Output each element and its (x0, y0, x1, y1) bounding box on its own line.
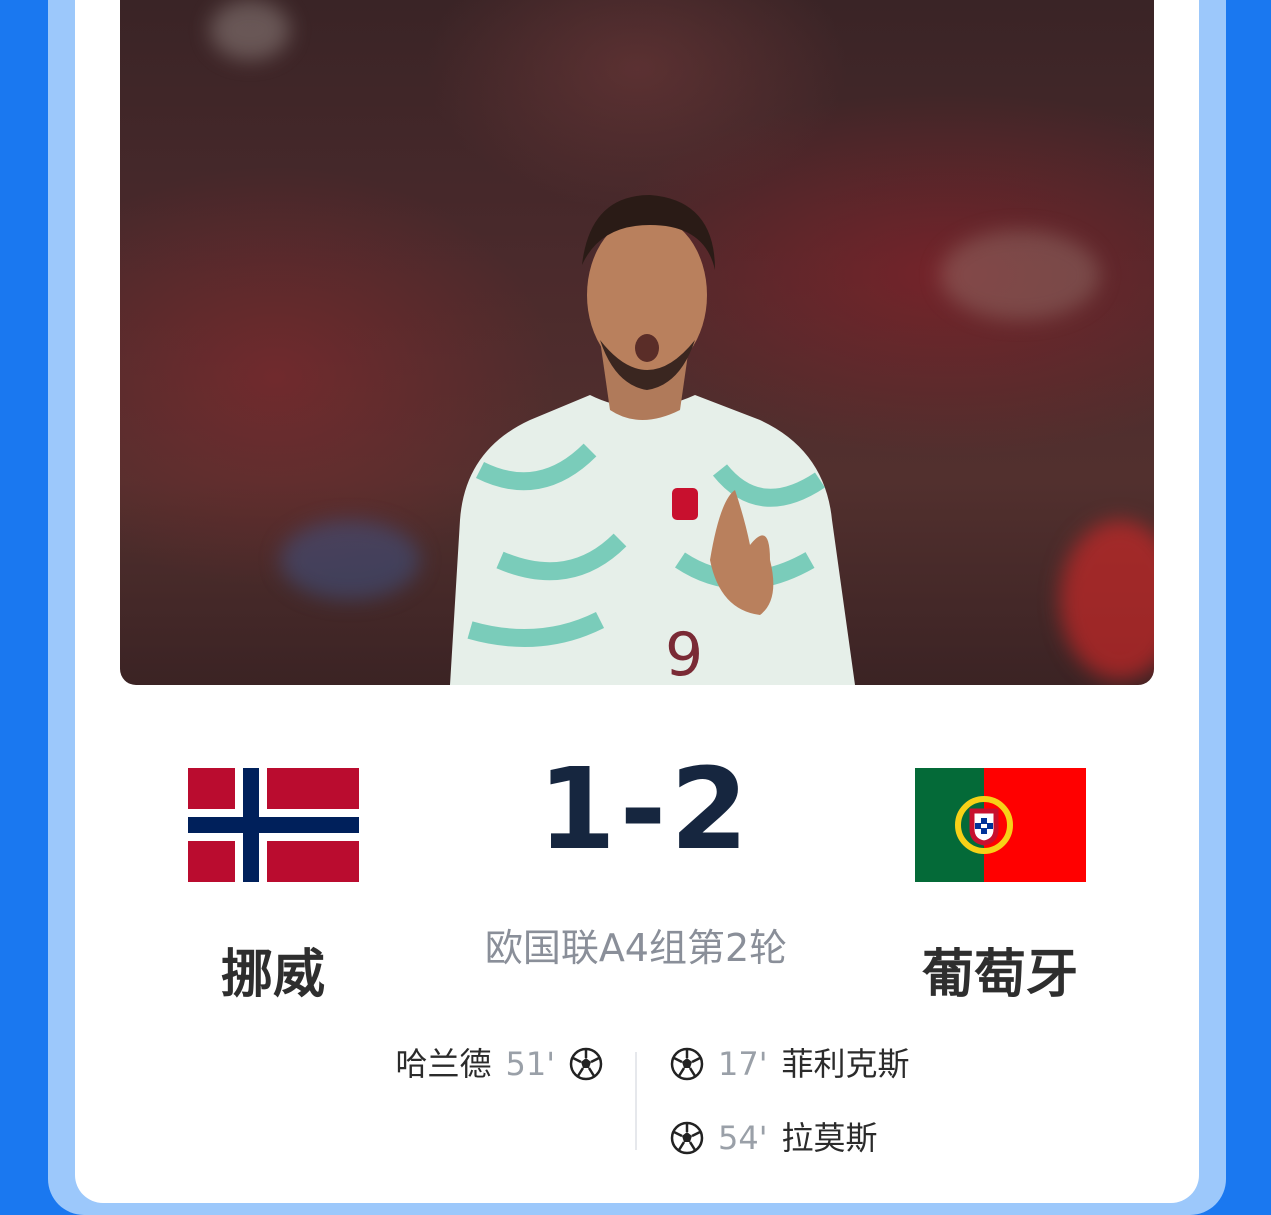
portugal-flag-icon (915, 768, 1086, 882)
goal-minute: 54' (718, 1119, 768, 1157)
soccer-ball-icon (569, 1047, 603, 1081)
away-goal-item: 17' 菲利克斯 (670, 1041, 910, 1087)
goal-minute: 17' (718, 1045, 768, 1083)
home-team-name: 挪威 (220, 945, 325, 1005)
scorers-divider (635, 1052, 637, 1150)
soccer-ball-icon (670, 1047, 704, 1081)
scorer-name: 哈兰德 (395, 1045, 492, 1083)
away-team-name: 葡萄牙 (921, 945, 1078, 1005)
goal-minute: 51' (505, 1045, 555, 1083)
norway-flag-icon (188, 768, 359, 882)
soccer-ball-icon (670, 1121, 704, 1155)
home-goal-item: 哈兰德 51' (395, 1041, 603, 1087)
svg-text:9: 9 (665, 620, 703, 685)
hero-photo: 9 (120, 0, 1154, 685)
competition-round: 欧国联A4组第2轮 (484, 926, 788, 970)
scorer-name: 拉莫斯 (781, 1119, 878, 1157)
match-score: 1-2 (537, 745, 753, 875)
scorer-name: 菲利克斯 (781, 1045, 910, 1083)
player-figure: 9 (450, 195, 855, 685)
away-goal-item: 54' 拉莫斯 (670, 1115, 878, 1161)
